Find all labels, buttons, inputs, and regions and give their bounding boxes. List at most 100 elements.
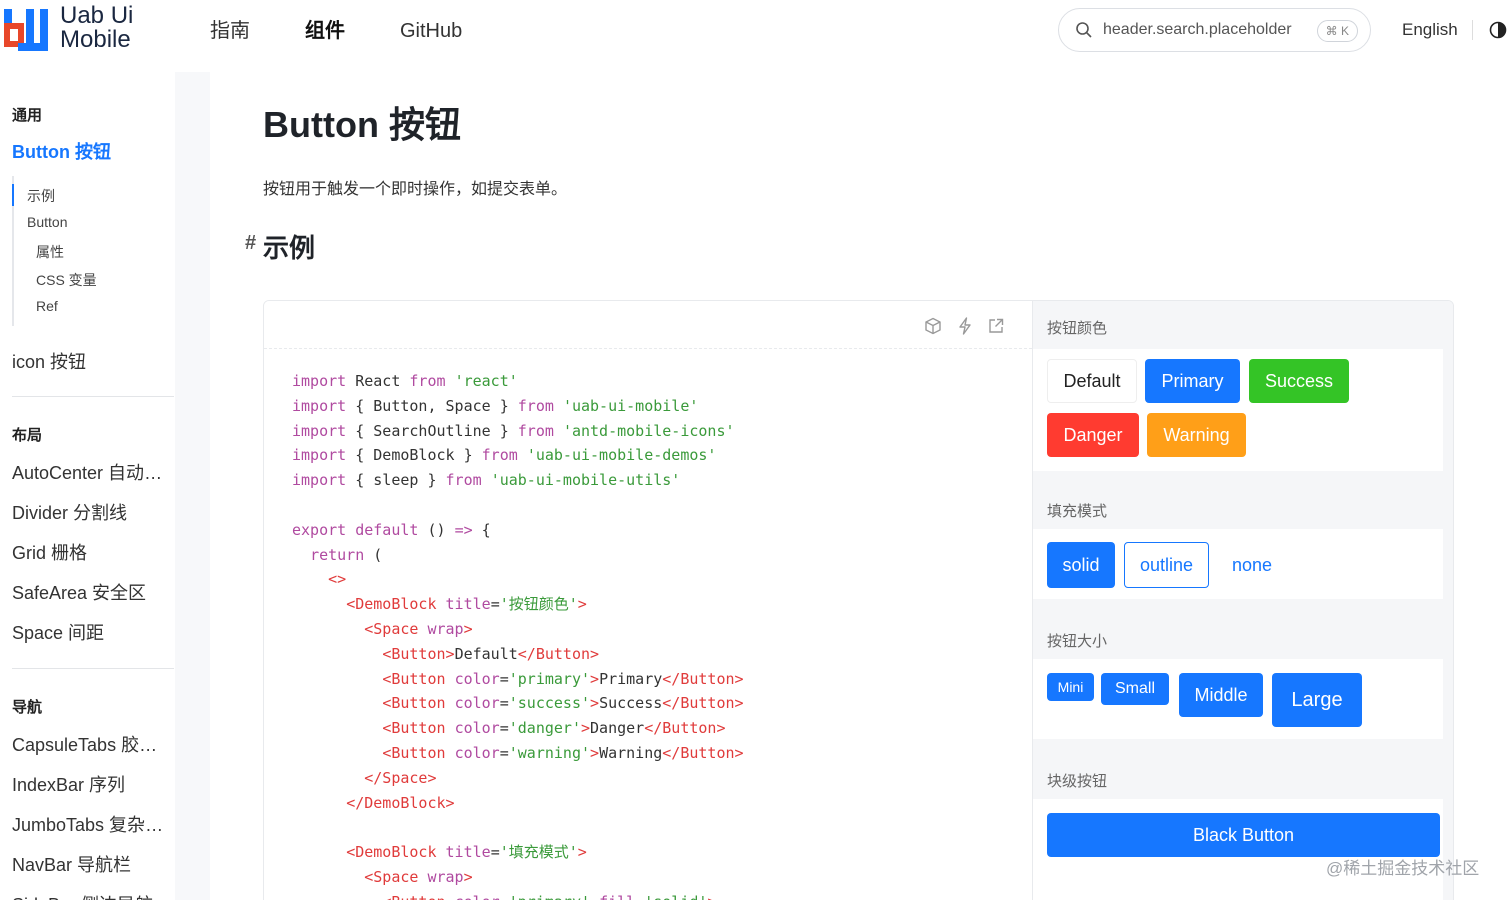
code-token: ( <box>364 545 383 564</box>
code-token: export default <box>292 520 419 539</box>
code-line: <Button>Default</Button> <box>292 642 744 667</box>
sidebar-group-layout: 布局 <box>12 427 43 444</box>
code-line: <Button color='danger'>Danger</Button> <box>292 716 744 741</box>
code-token: 'uab-ui-mobile' <box>562 396 699 415</box>
code-token: <Space <box>364 867 428 886</box>
toc-item-ref[interactable]: Ref <box>36 298 58 314</box>
toc-item-props[interactable]: 属性 <box>36 242 64 262</box>
logo[interactable]: Uab Ui Mobile <box>4 4 133 52</box>
code-token: = <box>499 694 509 713</box>
code-token: import <box>292 421 347 440</box>
code-token: </Button> <box>662 694 744 713</box>
code-token: return <box>310 545 365 564</box>
nav-guide[interactable]: 指南 <box>210 18 250 44</box>
middle-button[interactable]: Middle <box>1179 673 1263 717</box>
nav-github[interactable]: GitHub <box>400 18 462 44</box>
sidebar-item-grid[interactable]: Grid 栅格 <box>12 539 172 565</box>
codesandbox-icon[interactable] <box>924 317 942 335</box>
toc-item-button[interactable]: Button <box>27 214 67 230</box>
top-header: Uab Ui Mobile 指南 组件 GitHub header.search… <box>0 0 1512 72</box>
sidebar-item-capsuletabs[interactable]: CapsuleTabs 胶囊选项卡 <box>12 731 172 757</box>
sidebar-item-safearea[interactable]: SafeArea 安全区 <box>12 579 172 605</box>
theme-toggle-icon[interactable] <box>1489 21 1507 39</box>
sidebar-item-button[interactable]: Button 按钮 <box>12 138 172 164</box>
code-token: color <box>454 669 500 688</box>
code-token: </Space> <box>364 768 437 787</box>
small-button[interactable]: Small <box>1101 673 1169 705</box>
code-token: color <box>454 719 500 738</box>
default-button[interactable]: Default <box>1047 359 1137 403</box>
code-token: </Button> <box>662 743 744 762</box>
code-token: > <box>577 843 587 862</box>
nav-components[interactable]: 组件 <box>305 18 345 44</box>
block-button[interactable]: Black Button <box>1047 813 1440 857</box>
toc-item-css-vars[interactable]: CSS 变量 <box>36 270 97 290</box>
code-toolbar <box>264 301 1032 349</box>
sidebar-item-sidebar[interactable]: SideBar 侧边导航 <box>12 891 172 900</box>
main-content: Button 按钮 按钮用于触发一个即时操作，如提交表单。 # 示例 impor… <box>210 72 1512 900</box>
code-token: { sleep } <box>346 471 446 490</box>
solid-button[interactable]: solid <box>1047 542 1115 588</box>
anchor-link[interactable]: # <box>245 232 256 255</box>
logo-line2: Mobile <box>60 26 131 53</box>
sidebar-item-navbar[interactable]: NavBar 导航栏 <box>12 851 172 877</box>
language-switch[interactable]: English <box>1402 20 1458 40</box>
primary-button[interactable]: Primary <box>1145 359 1240 403</box>
code-token: <> <box>328 570 347 589</box>
mini-button[interactable]: Mini <box>1047 673 1094 701</box>
code-token: { <box>472 520 491 539</box>
search-input[interactable]: header.search.placeholder ⌘ K <box>1058 8 1371 52</box>
code-line: <> <box>292 567 744 592</box>
toc-item-examples[interactable]: 示例 <box>27 186 55 206</box>
code-line: <Button color='primary' fill='solid'> <box>292 890 744 900</box>
code-token: Primary <box>599 669 663 688</box>
code-token: { Button, Space } <box>346 396 518 415</box>
sidebar-item-space[interactable]: Space 间距 <box>12 619 172 645</box>
sidebar-item-divider[interactable]: Divider 分割线 <box>12 499 172 525</box>
code-line: <Space wrap> <box>292 865 744 890</box>
code-token: color <box>454 694 500 713</box>
large-button[interactable]: Large <box>1272 673 1362 727</box>
code-token: > <box>707 893 716 900</box>
code-token: import <box>292 446 347 465</box>
none-button[interactable]: none <box>1219 542 1285 588</box>
open-external-icon[interactable] <box>987 317 1005 335</box>
code-token: 'primary' <box>509 893 590 900</box>
toc-active-indicator <box>12 184 14 206</box>
outline-button[interactable]: outline <box>1124 542 1209 588</box>
sidebar-item-icon[interactable]: icon 按钮 <box>12 348 172 374</box>
code-token: > <box>590 669 600 688</box>
code-token: <Button> <box>382 644 455 663</box>
code-token: '按钮颜色' <box>499 595 578 614</box>
warning-button[interactable]: Warning <box>1147 413 1246 457</box>
sidebar-item-indexbar[interactable]: IndexBar 序列 <box>12 771 172 797</box>
code-token: 'success' <box>508 694 591 713</box>
page-description: 按钮用于触发一个即时操作，如提交表单。 <box>263 181 568 198</box>
sidebar-item-autocenter[interactable]: AutoCenter 自动居中 <box>12 459 172 485</box>
demo-block-fill: solid outline none <box>1033 529 1443 599</box>
code-line: <Button color='primary'>Primary</Button> <box>292 667 743 692</box>
sidebar-group-nav: 导航 <box>12 699 43 716</box>
success-button[interactable]: Success <box>1249 359 1349 403</box>
code-line: <Button color='success'>Success</Button> <box>292 691 744 716</box>
danger-button[interactable]: Danger <box>1047 413 1139 457</box>
code-token: title <box>445 843 491 862</box>
code-token: => <box>454 520 473 539</box>
code-line: return ( <box>292 543 744 568</box>
sidebar-item-jumbotabs[interactable]: JumboTabs 复杂选项卡 <box>12 811 172 837</box>
code-token: () <box>418 520 455 539</box>
stackblitz-icon[interactable] <box>956 317 974 335</box>
